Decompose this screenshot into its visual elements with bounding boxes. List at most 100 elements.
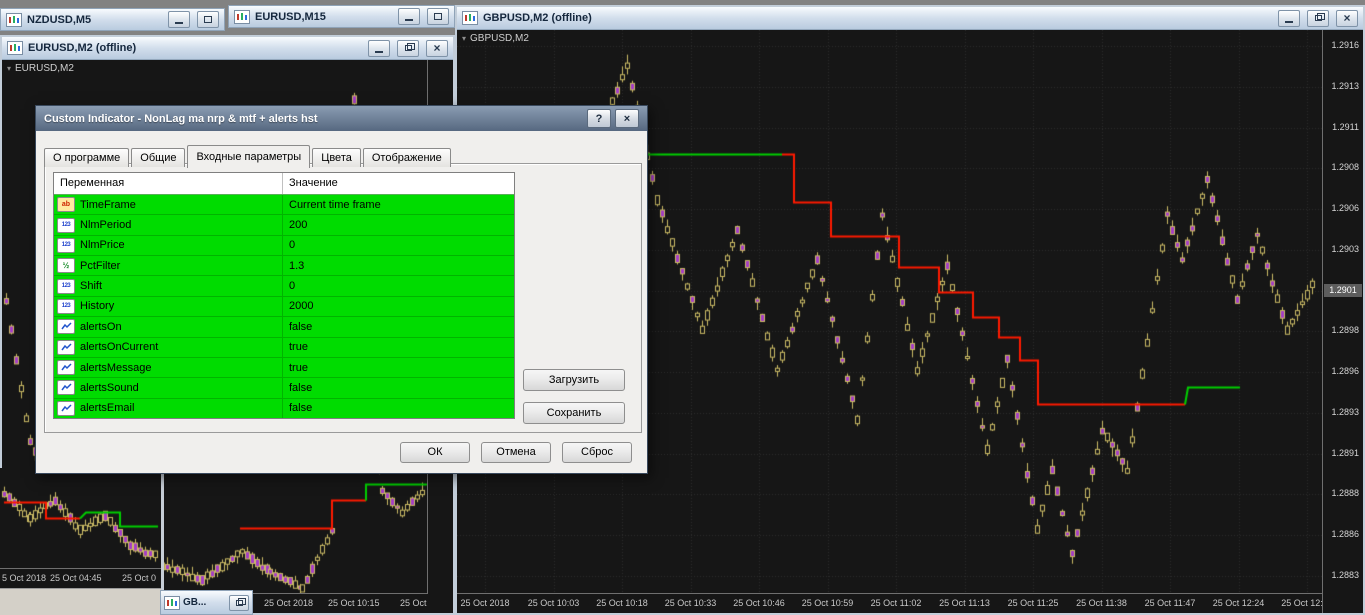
time-label: 25 Oct 2018	[460, 598, 510, 608]
help-button[interactable]: ?	[587, 109, 611, 128]
gbpusd-titlebar[interactable]: GBPUSD,M2 (offline) ×	[457, 7, 1363, 30]
ok-button[interactable]: ОК	[400, 442, 470, 463]
one-click-arrow-icon[interactable]: ▾	[462, 34, 466, 43]
tab-visualization[interactable]: Отображение	[362, 148, 451, 167]
minimize-button[interactable]	[168, 11, 190, 28]
param-row[interactable]: alertsEmail false	[54, 398, 514, 418]
current-price-badge: 1.2901	[1324, 284, 1362, 297]
custom-indicator-dialog: Custom Indicator - NonLag ma nrp & mtf +…	[35, 105, 648, 474]
param-value[interactable]: false	[282, 317, 514, 337]
time-label: 25 Oct 10:03	[527, 598, 580, 608]
restore-button[interactable]	[229, 594, 249, 611]
maximize-button[interactable]	[427, 8, 449, 25]
minimize-button[interactable]	[1278, 9, 1300, 27]
time-label: 25 Oct 10:15	[328, 598, 380, 608]
load-button[interactable]: Загрузить	[523, 369, 625, 391]
nzdusd-chart-fragment: 5 Oct 2018 25 Oct 04:45 25 Oct 0	[0, 468, 164, 615]
inputs-tab-panel: Переменная Значение ab TimeFrame Current t…	[44, 163, 642, 433]
dialog-titlebar[interactable]: Custom Indicator - NonLag ma nrp & mtf +…	[36, 106, 647, 131]
param-name: Shift	[80, 280, 103, 293]
param-value[interactable]: true	[282, 357, 514, 378]
time-label: 25 Oct 10:18	[596, 598, 648, 608]
price-label: 1.2896	[1331, 366, 1359, 377]
price-label: 1.2906	[1331, 203, 1359, 214]
int-param-icon: 123	[57, 278, 75, 294]
time-label: 25 Oct 2018	[264, 598, 314, 608]
cancel-button[interactable]: Отмена	[481, 442, 551, 463]
param-table-rows: ab TimeFrame Current time frame 123 NlmPerio…	[54, 195, 514, 418]
restore-button[interactable]	[1307, 9, 1329, 27]
bool-param-icon	[57, 400, 75, 416]
chart-icon	[6, 12, 22, 27]
table-header: Переменная Значение	[54, 173, 514, 195]
int-param-icon: 123	[57, 237, 75, 253]
param-row[interactable]: ½ PctFilter 1.3	[54, 256, 514, 277]
price-label: 1.2898	[1331, 325, 1359, 336]
gbp-time-axis[interactable]: 25 Oct 2018 25 Oct 10:03 25 Oct 10:18 25 Oc…	[457, 593, 1323, 613]
param-row[interactable]: alertsSound false	[54, 378, 514, 399]
param-row[interactable]: 123 NlmPeriod 200	[54, 215, 514, 236]
tab-colors[interactable]: Цвета	[312, 148, 361, 167]
time-label: 25 Oct 10:46	[733, 598, 785, 608]
minimize-button[interactable]	[398, 8, 420, 25]
time-label: 25 Oct 11:13	[939, 598, 990, 608]
eurusd-m15-titlebar[interactable]: EURUSD,M15	[228, 5, 455, 28]
one-click-arrow-icon[interactable]: ▾	[7, 64, 11, 73]
time-label: 25 Oct 1	[400, 598, 428, 608]
restore-button[interactable]	[397, 39, 419, 57]
price-label: 1.2911	[1332, 121, 1359, 132]
save-button[interactable]: Сохранить	[523, 402, 625, 424]
dialog-title: Custom Indicator - NonLag ma nrp & mtf +…	[44, 112, 318, 125]
param-row[interactable]: alertsOnCurrent true	[54, 337, 514, 358]
param-row[interactable]: 123 History 2000	[54, 296, 514, 318]
param-value[interactable]: 200	[282, 215, 514, 235]
minimize-button[interactable]	[368, 39, 390, 57]
column-header-value: Значение	[282, 173, 514, 194]
time-label: 5 Oct 2018	[2, 573, 47, 583]
chart-icon	[7, 41, 23, 55]
time-label: 25 Oct 12:33	[1281, 598, 1323, 608]
nzdusd-chart-canvas[interactable]	[0, 468, 161, 568]
gbp-price-scale[interactable]: 1.2901 1.2916 1.2913 1.2911 1.2908 1.2906 1.2…	[1322, 30, 1363, 613]
time-label: 25 Oct 11:25	[1007, 598, 1059, 608]
window-title: GBPUSD,M2 (offline)	[483, 12, 592, 24]
window-title: EURUSD,M2 (offline)	[28, 42, 137, 54]
tab-inputs[interactable]: Входные параметры	[187, 145, 311, 168]
minimized-gbpusd-window[interactable]: GB...	[160, 590, 253, 615]
param-value[interactable]: 1.3	[282, 256, 514, 276]
tab-common[interactable]: Общие	[131, 148, 186, 167]
nzdusd-titlebar[interactable]: NZDUSD,M5	[0, 8, 225, 31]
param-row[interactable]: ab TimeFrame Current time frame	[54, 195, 514, 216]
chart-icon	[164, 595, 180, 610]
param-row[interactable]: 123 NlmPrice 0	[54, 235, 514, 257]
param-value[interactable]: false	[282, 398, 514, 418]
reset-button[interactable]: Сброс	[562, 442, 632, 463]
param-value[interactable]: true	[282, 337, 514, 357]
param-value[interactable]: Current time frame	[282, 195, 514, 215]
param-value[interactable]: false	[282, 378, 514, 398]
time-label: 25 Oct 0	[122, 573, 157, 583]
time-label: 25 Oct 04:45	[50, 573, 102, 583]
param-name: TimeFrame	[80, 198, 136, 211]
param-name: NlmPrice	[80, 239, 125, 252]
time-label: 25 Oct 11:38	[1076, 598, 1127, 608]
eurusd-m2-titlebar[interactable]: EURUSD,M2 (offline) ×	[2, 37, 453, 60]
param-row[interactable]: 123 Shift 0	[54, 276, 514, 297]
close-button[interactable]: ×	[426, 39, 448, 57]
param-row[interactable]: alertsOn false	[54, 317, 514, 338]
int-param-icon: 123	[57, 217, 75, 233]
maximize-button[interactable]	[197, 11, 219, 28]
nzdusd-time-axis[interactable]: 5 Oct 2018 25 Oct 04:45 25 Oct 0	[0, 568, 161, 589]
param-value[interactable]: 0	[282, 276, 514, 296]
param-value[interactable]: 0	[282, 235, 514, 256]
tab-about[interactable]: О программе	[44, 148, 130, 167]
window-frame-filler	[0, 588, 161, 615]
price-label: 1.2913	[1331, 80, 1359, 91]
close-button[interactable]: ×	[1336, 9, 1358, 27]
param-row[interactable]: alertsMessage true	[54, 357, 514, 379]
price-label: 1.2908	[1331, 162, 1359, 173]
string-param-icon: ab	[57, 197, 75, 213]
close-button[interactable]: ×	[615, 109, 639, 128]
price-label: 1.2886	[1331, 529, 1359, 540]
param-value[interactable]: 2000	[282, 296, 514, 317]
